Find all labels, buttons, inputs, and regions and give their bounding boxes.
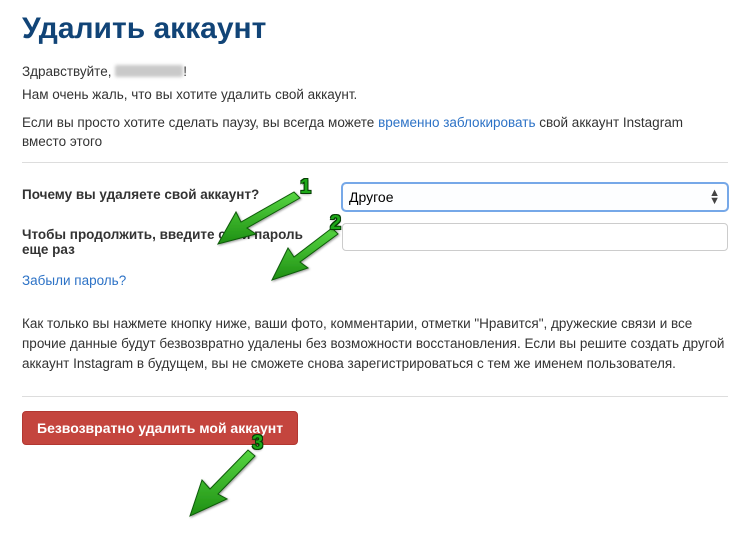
password-row: Чтобы продолжить, введите свой пароль ещ…	[22, 223, 728, 257]
forgot-password-link[interactable]: Забыли пароль?	[22, 273, 126, 288]
permanently-delete-button[interactable]: Безвозвратно удалить мой аккаунт	[22, 411, 298, 445]
temporarily-disable-link[interactable]: временно заблокировать	[378, 115, 535, 130]
pause-text: Если вы просто хотите сделать паузу, вы …	[22, 113, 728, 152]
greeting-prefix: Здравствуйте,	[22, 64, 115, 79]
divider-top	[22, 162, 728, 163]
reason-select[interactable]: Другое	[342, 183, 728, 211]
pause-text-before: Если вы просто хотите сделать паузу, вы …	[22, 115, 378, 130]
divider-bottom	[22, 396, 728, 397]
page-title: Удалить аккаунт	[22, 12, 728, 46]
greeting-suffix: !	[183, 64, 187, 79]
password-input[interactable]	[342, 223, 728, 251]
sorry-text: Нам очень жаль, что вы хотите удалить св…	[22, 85, 728, 105]
greeting-line: Здравствуйте, !	[22, 64, 728, 79]
reason-row: Почему вы удаляете свой аккаунт? Другое …	[22, 183, 728, 211]
username-blurred	[115, 65, 183, 77]
warning-text: Как только вы нажмете кнопку ниже, ваши …	[22, 314, 728, 375]
reason-label: Почему вы удаляете свой аккаунт?	[22, 183, 342, 202]
password-label: Чтобы продолжить, введите свой пароль ещ…	[22, 223, 342, 257]
